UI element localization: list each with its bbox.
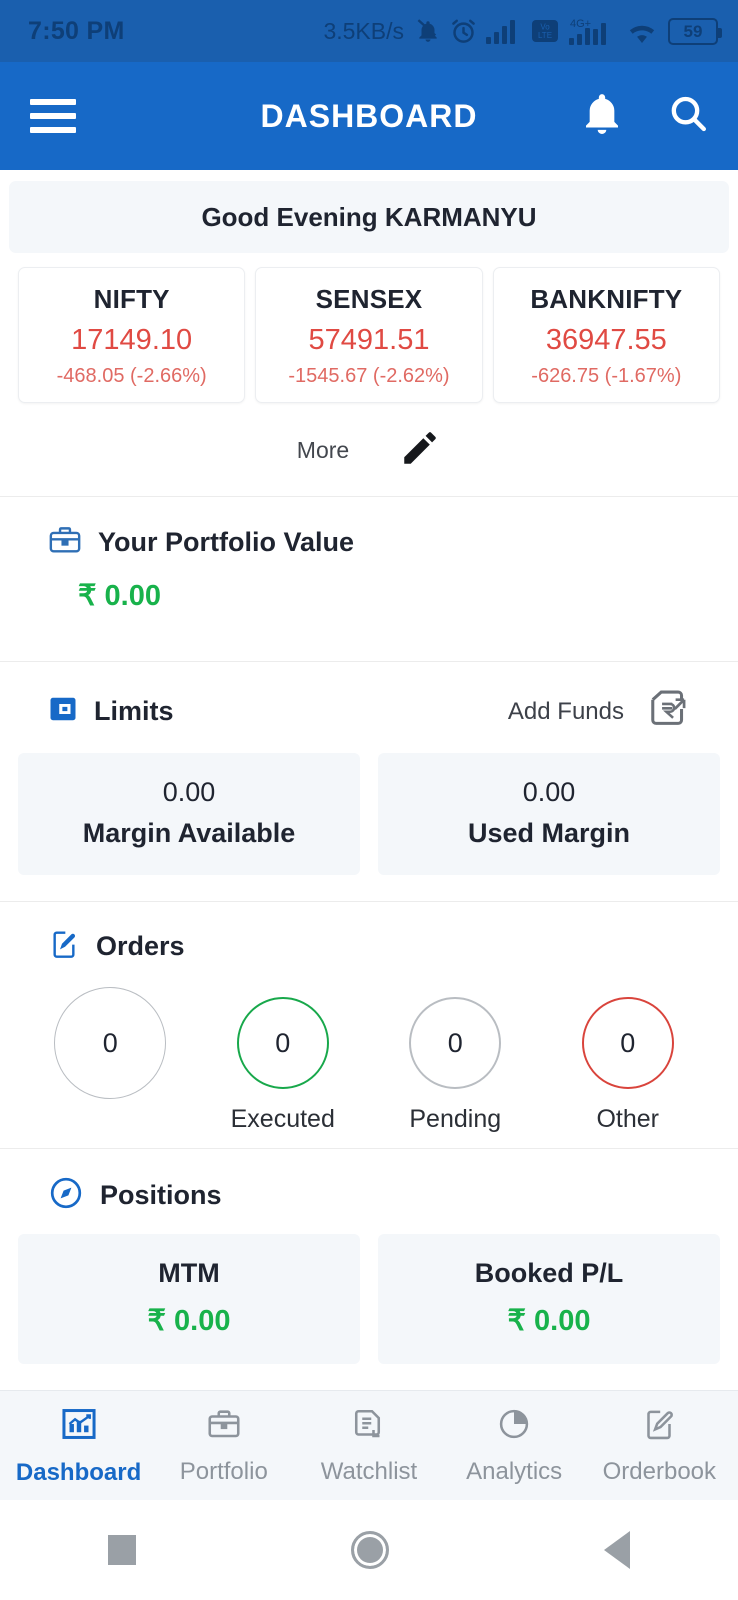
more-button[interactable]: More (297, 437, 349, 464)
orders-title: Orders (96, 931, 185, 961)
nav-item-portfolio[interactable]: Portfolio (151, 1406, 296, 1486)
orders-executed-item[interactable]: 0 Executed (197, 987, 370, 1134)
status-time: 7:50 PM (28, 16, 125, 45)
index-value: 36947.55 (545, 324, 667, 356)
volte-icon: Vo LTE (531, 17, 559, 45)
limits-section: Limits Add Funds 0.00 Margin Available 0… (0, 662, 738, 901)
portfolio-section: Your Portfolio Value ₹ 0.00 (0, 497, 738, 613)
wifi-icon (625, 18, 659, 45)
briefcase-icon (48, 523, 82, 562)
battery-level: 59 (683, 21, 703, 41)
orders-executed-count: 0 (236, 997, 329, 1089)
margin-available-label: Margin Available (82, 818, 296, 848)
orders-section: Orders 0 0 Executed 0 Pending 0 Other (0, 902, 738, 1148)
orders-other-item[interactable]: 0 Other (542, 987, 715, 1134)
greeting-text: Good Evening KARMANYU (201, 201, 537, 232)
mtm-value: ₹ 0.00 (147, 1305, 231, 1337)
orders-other-label: Other (596, 1105, 660, 1133)
index-value: 17149.10 (71, 324, 193, 356)
status-icons: 3.5KB/s Vo LTE 4G+ 59 (323, 16, 722, 46)
search-icon[interactable] (668, 93, 708, 140)
index-value: 57491.51 (308, 324, 430, 356)
positions-title: Positions (100, 1180, 222, 1210)
orders-pending-label: Pending (409, 1105, 502, 1133)
chart-dashboard-icon (60, 1405, 98, 1448)
app-bar: DASHBOARD (0, 62, 738, 170)
orders-pending-count: 0 (409, 997, 502, 1089)
nav-label-dashboard: Dashboard (15, 1458, 142, 1486)
4g-plus-signal-icon: 4G+ (568, 16, 616, 46)
limits-title: Limits (94, 696, 174, 726)
nav-item-dashboard[interactable]: Dashboard (6, 1405, 151, 1487)
mtm-card: MTM ₹ 0.00 (18, 1234, 360, 1364)
battery-icon: 59 (668, 17, 722, 45)
bell-icon[interactable] (582, 92, 622, 141)
add-funds-rupee-icon[interactable] (646, 688, 690, 735)
nav-item-watchlist[interactable]: Watchlist (296, 1406, 441, 1486)
dashboard-content: Good Evening KARMANYU NIFTY 17149.10 -46… (0, 170, 738, 1390)
pencil-edit-icon[interactable] (399, 427, 441, 474)
status-bar: 7:50 PM 3.5KB/s Vo LTE 4G+ 59 (0, 0, 738, 62)
nav-label-analytics: Analytics (466, 1457, 563, 1485)
orders-summary-row: 0 0 Executed 0 Pending 0 Other (0, 965, 738, 1148)
index-card-nifty[interactable]: NIFTY 17149.10 -468.05 (-2.66%) (18, 267, 246, 403)
index-name: SENSEX (315, 284, 423, 314)
svg-text:LTE: LTE (538, 31, 552, 40)
index-name: NIFTY (93, 284, 170, 314)
phone-screen: 7:50 PM 3.5KB/s Vo LTE 4G+ 59 DASHBOARD … (0, 0, 738, 1600)
positions-section: Positions MTM ₹ 0.00 Booked P/L ₹ 0.00 (0, 1149, 738, 1390)
limits-cards: 0.00 Margin Available 0.00 Used Margin (0, 735, 738, 901)
triangle-back-icon[interactable] (604, 1531, 631, 1569)
portfolio-title: Your Portfolio Value (98, 527, 355, 557)
more-row: More (0, 403, 738, 496)
margin-available-card: 0.00 Margin Available (18, 753, 360, 875)
mute-icon (415, 17, 441, 45)
index-change: -468.05 (-2.66%) (56, 365, 207, 387)
orders-total-count: 0 (54, 987, 167, 1099)
greeting-banner: Good Evening KARMANYU (9, 181, 729, 253)
nav-item-analytics[interactable]: Analytics (442, 1406, 587, 1486)
pie-chart-icon (496, 1406, 532, 1447)
orders-edit-document-icon (48, 928, 80, 965)
orders-executed-label: Executed (230, 1105, 335, 1133)
bottom-navigation: Dashboard Portfolio Watchlist Analytics … (0, 1390, 738, 1500)
orders-other-count: 0 (581, 997, 674, 1089)
index-card-sensex[interactable]: SENSEX 57491.51 -1545.67 (-2.62%) (255, 267, 483, 403)
nav-label-orderbook: Orderbook (602, 1457, 717, 1485)
list-document-icon (351, 1406, 387, 1447)
compass-icon (48, 1175, 84, 1216)
booked-pl-value: ₹ 0.00 (507, 1305, 591, 1337)
alarm-icon (450, 18, 477, 45)
positions-cards: MTM ₹ 0.00 Booked P/L ₹ 0.00 (0, 1216, 738, 1390)
circle-home-icon[interactable] (350, 1531, 389, 1569)
briefcase-icon (206, 1406, 242, 1447)
margin-available-value: 0.00 (162, 777, 216, 807)
booked-pl-card: Booked P/L ₹ 0.00 (378, 1234, 720, 1364)
signal-icon (486, 18, 522, 44)
orders-pending-item[interactable]: 0 Pending (369, 987, 542, 1134)
index-change: -1545.67 (-2.62%) (288, 365, 450, 387)
nav-label-portfolio: Portfolio (179, 1457, 268, 1485)
nav-label-watchlist: Watchlist (320, 1457, 418, 1485)
mtm-label: MTM (158, 1258, 220, 1288)
used-margin-card: 0.00 Used Margin (378, 753, 720, 875)
square-recents-icon[interactable] (107, 1535, 136, 1565)
index-card-banknifty[interactable]: BANKNIFTY 36947.55 -626.75 (-1.67%) (492, 267, 720, 403)
edit-document-icon (641, 1406, 677, 1447)
nav-item-orderbook[interactable]: Orderbook (587, 1406, 732, 1486)
index-change: -626.75 (-1.67%) (531, 365, 682, 387)
market-index-row: NIFTY 17149.10 -468.05 (-2.66%) SENSEX 5… (0, 253, 738, 403)
used-margin-label: Used Margin (467, 818, 631, 848)
index-name: BANKNIFTY (530, 284, 683, 314)
add-funds-button[interactable]: Add Funds (508, 698, 624, 726)
system-navigation-bar (0, 1500, 738, 1600)
portfolio-value: ₹ 0.00 (78, 580, 161, 612)
network-speed-text: 3.5KB/s (323, 17, 404, 44)
orders-total-item[interactable]: 0 (24, 987, 197, 1115)
hamburger-menu-icon[interactable] (30, 99, 76, 133)
limits-card-icon (48, 694, 78, 729)
used-margin-value: 0.00 (522, 777, 576, 807)
booked-pl-label: Booked P/L (474, 1258, 624, 1288)
